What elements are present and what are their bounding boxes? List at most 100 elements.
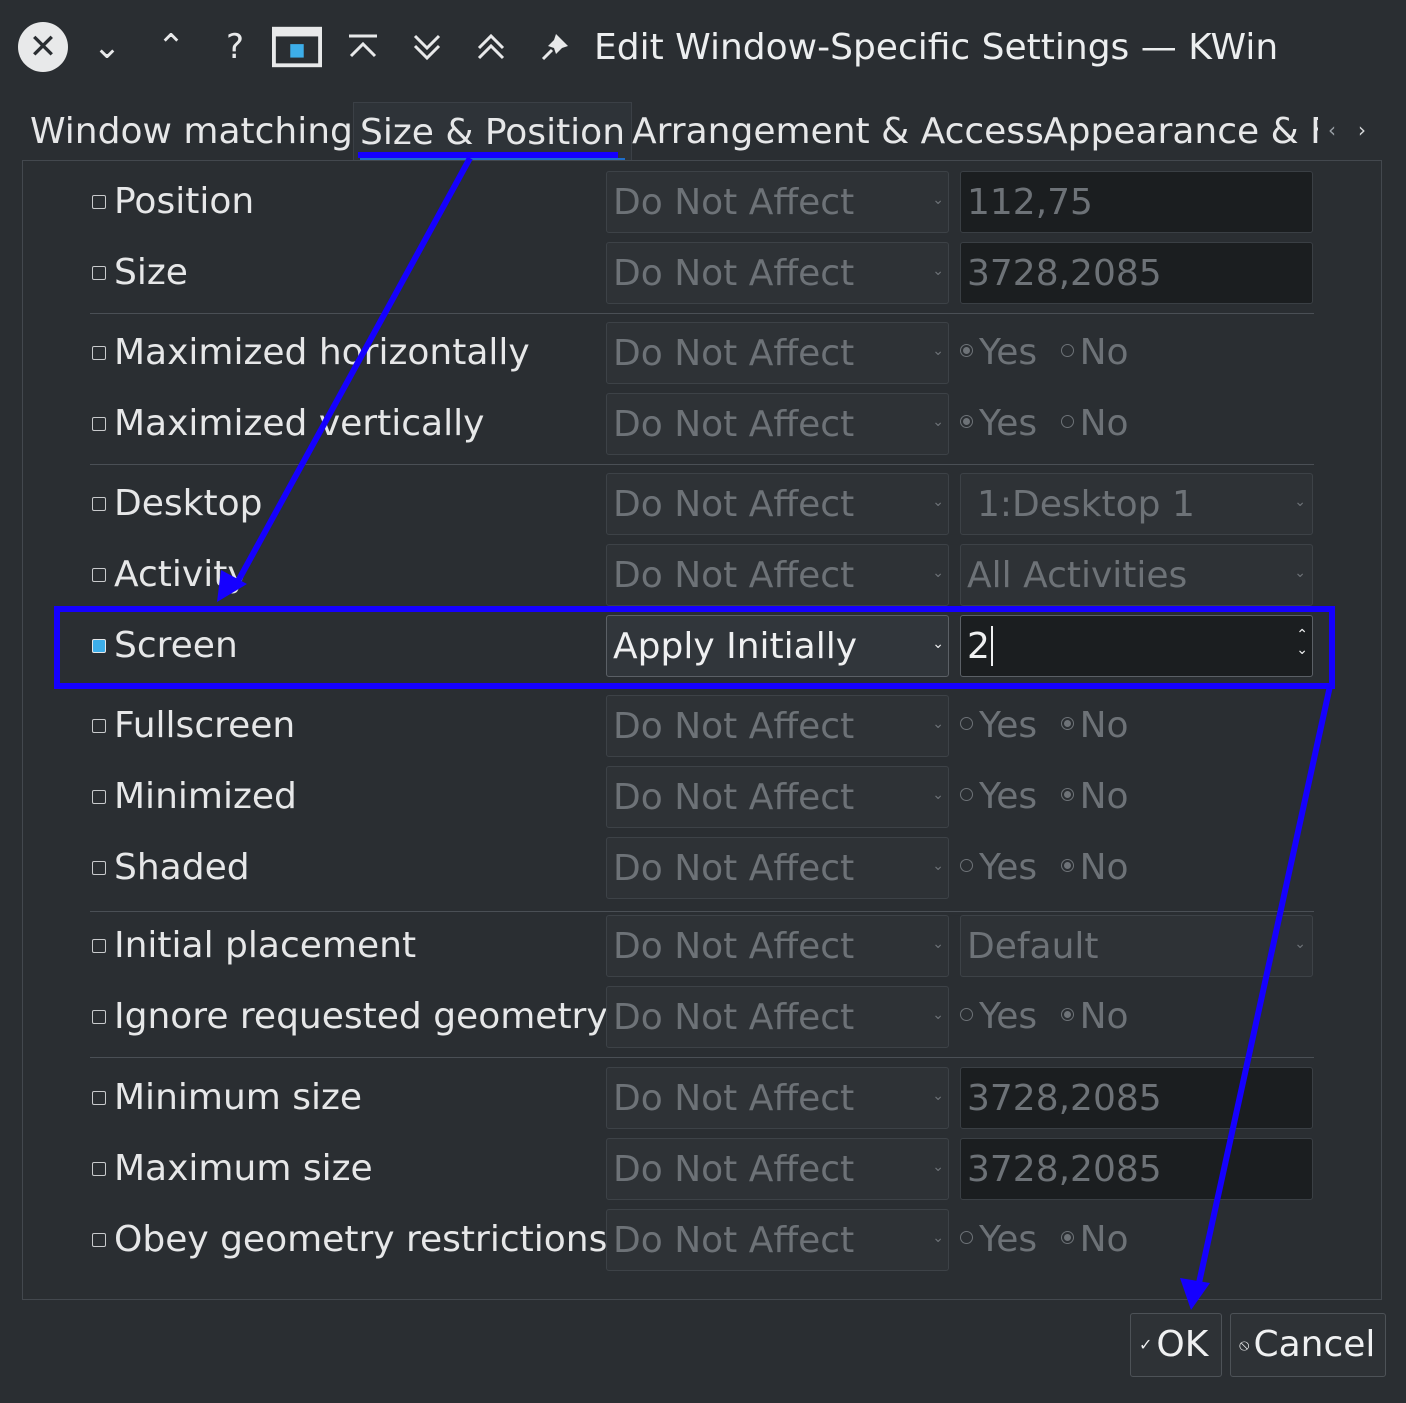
screen-spinbox[interactable]: 2 ⌃ ⌄: [960, 615, 1313, 677]
separator: [90, 911, 1314, 912]
yes-label: Yes: [979, 403, 1038, 444]
tab-size-position[interactable]: Size & Position: [353, 102, 633, 163]
cancel-button[interactable]: ⦸ Cancel: [1230, 1313, 1386, 1377]
yes-radio[interactable]: [960, 1007, 973, 1021]
position-checkbox[interactable]: [92, 195, 106, 209]
no-radio[interactable]: [1060, 716, 1074, 730]
fullscreen-checkbox[interactable]: [92, 719, 106, 733]
initial-placement-value-select[interactable]: Default ⌄: [960, 915, 1313, 977]
tab-bar: Window matching Size & Position Arrangem…: [22, 102, 1362, 163]
shaded-policy-select[interactable]: Do Not Affect ⌄: [606, 837, 949, 899]
activity-value-select[interactable]: All Activities ⌄: [960, 544, 1313, 606]
no-radio[interactable]: [1060, 343, 1074, 357]
position-value-field[interactable]: 112,75: [960, 171, 1313, 233]
minimum-size-checkbox[interactable]: [92, 1091, 106, 1105]
minimum-size-policy-value: Do Not Affect: [613, 1078, 855, 1119]
window-menu-icon[interactable]: [272, 22, 322, 72]
yes-radio[interactable]: [960, 1230, 973, 1244]
desktop-policy-select[interactable]: Do Not Affect ⌄: [606, 473, 949, 535]
maximum-size-value-field[interactable]: 3728,2085: [960, 1138, 1313, 1200]
size-value-field[interactable]: 3728,2085: [960, 242, 1313, 304]
tab-scroll-left-icon[interactable]: ‹: [1328, 118, 1336, 142]
position-policy-select[interactable]: Do Not Affect ⌄: [606, 171, 949, 233]
maximum-size-checkbox[interactable]: [92, 1162, 106, 1176]
spin-arrows-icon[interactable]: ⌃ ⌄: [1296, 628, 1308, 658]
maximized-horizontally-checkbox[interactable]: [92, 346, 106, 360]
desktop-checkbox[interactable]: [92, 497, 106, 511]
chevron-up-icon[interactable]: ⌃: [146, 22, 196, 72]
ignore-geometry-checkbox[interactable]: [92, 1010, 106, 1024]
activity-checkbox[interactable]: [92, 568, 106, 582]
minimum-size-value: 3728,2085: [967, 1078, 1162, 1119]
separator: [90, 1057, 1314, 1058]
close-icon[interactable]: ✕: [18, 22, 68, 72]
separator: [90, 313, 1314, 314]
obey-geometry-policy-select[interactable]: Do Not Affect ⌄: [606, 1209, 949, 1271]
maximized-vertically-policy-select[interactable]: Do Not Affect ⌄: [606, 393, 949, 455]
tab-arrangement-access[interactable]: Arrangement & Access: [632, 102, 1044, 160]
yes-radio[interactable]: [960, 858, 973, 872]
shaded-checkbox[interactable]: [92, 861, 106, 875]
desktop-policy-value: Do Not Affect: [613, 484, 855, 525]
chevron-down-icon[interactable]: ⌄: [82, 22, 132, 72]
maximized-vertically-checkbox[interactable]: [92, 417, 106, 431]
no-radio[interactable]: [1060, 414, 1074, 428]
chevron-down-icon: ⌄: [932, 565, 944, 581]
help-icon[interactable]: ?: [210, 22, 260, 72]
rule-row-minimized: Minimized Do Not Affect ⌄ Yes No: [23, 766, 1381, 828]
fullscreen-policy-select[interactable]: Do Not Affect ⌄: [606, 695, 949, 757]
minimum-size-value-field[interactable]: 3728,2085: [960, 1067, 1313, 1129]
yes-radio[interactable]: [960, 343, 973, 357]
screen-value-text: 2: [967, 622, 993, 672]
yes-radio[interactable]: [960, 716, 973, 730]
tab-window-matching[interactable]: Window matching: [30, 102, 353, 160]
cancel-label: Cancel: [1253, 1324, 1376, 1365]
minimized-policy-select[interactable]: Do Not Affect ⌄: [606, 766, 949, 828]
activity-policy-select[interactable]: Do Not Affect ⌄: [606, 544, 949, 606]
minimized-checkbox[interactable]: [92, 790, 106, 804]
minimized-policy-value: Do Not Affect: [613, 777, 855, 818]
size-value: 3728,2085: [967, 253, 1162, 294]
no-radio[interactable]: [1060, 1007, 1074, 1021]
keep-below-icon[interactable]: [402, 22, 452, 72]
tab-appearance[interactable]: Appearance & F: [1043, 102, 1318, 160]
no-label: No: [1079, 776, 1129, 817]
maximized-horizontally-label: Maximized horizontally: [114, 332, 530, 373]
size-checkbox[interactable]: [92, 266, 106, 280]
yes-label: Yes: [979, 776, 1038, 817]
ok-button[interactable]: ✓ OK: [1130, 1313, 1222, 1377]
chevron-down-icon: ⌄: [932, 343, 944, 359]
position-label: Position: [114, 181, 255, 222]
obey-geometry-checkbox[interactable]: [92, 1233, 106, 1247]
no-label: No: [1079, 705, 1129, 746]
no-radio[interactable]: [1060, 858, 1074, 872]
position-policy-value: Do Not Affect: [613, 182, 855, 223]
desktop-value-select[interactable]: 1:Desktop 1 ⌄: [960, 473, 1313, 535]
keep-above-icon[interactable]: [338, 22, 388, 72]
no-radio[interactable]: [1060, 1230, 1074, 1244]
screen-policy-select[interactable]: Apply Initially ⌄: [606, 615, 949, 677]
minimum-size-policy-select[interactable]: Do Not Affect ⌄: [606, 1067, 949, 1129]
yes-label: Yes: [979, 996, 1038, 1037]
maximum-size-policy-select[interactable]: Do Not Affect ⌄: [606, 1138, 949, 1200]
desktop-value: 1:Desktop 1: [977, 484, 1195, 525]
screen-checkbox[interactable]: [92, 639, 106, 653]
no-label: No: [1079, 403, 1129, 444]
screen-value: 2: [967, 626, 990, 667]
minimum-size-label: Minimum size: [114, 1077, 363, 1118]
ignore-geometry-policy-select[interactable]: Do Not Affect ⌄: [606, 986, 949, 1048]
size-policy-select[interactable]: Do Not Affect ⌄: [606, 242, 949, 304]
shade-icon[interactable]: [466, 22, 516, 72]
no-radio[interactable]: [1060, 787, 1074, 801]
size-policy-value: Do Not Affect: [613, 253, 855, 294]
rule-row-maximized-horizontally: Maximized horizontally Do Not Affect ⌄ Ye…: [23, 322, 1381, 384]
pin-icon[interactable]: [530, 22, 580, 72]
maximized-horizontally-policy-select[interactable]: Do Not Affect ⌄: [606, 322, 949, 384]
yes-radio[interactable]: [960, 787, 973, 801]
tab-scroll-right-icon[interactable]: ›: [1358, 118, 1366, 142]
tab-size-position-label: Size & Position: [360, 112, 626, 153]
minimized-label: Minimized: [114, 776, 297, 817]
yes-radio[interactable]: [960, 414, 973, 428]
initial-placement-policy-select[interactable]: Do Not Affect ⌄: [606, 915, 949, 977]
initial-placement-checkbox[interactable]: [92, 939, 106, 953]
